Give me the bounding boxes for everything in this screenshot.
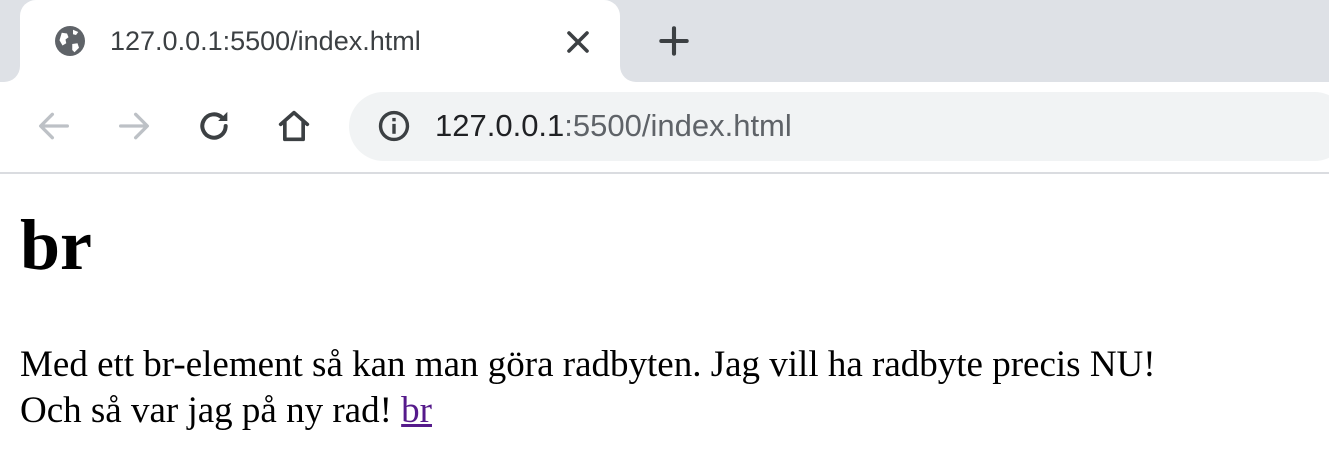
paragraph: Med ett br-element så kan man göra radby… [20, 342, 1156, 434]
tab-strip: 127.0.0.1:5500/index.html [0, 0, 1329, 82]
page-heading: br [20, 205, 92, 285]
tab-title: 127.0.0.1:5500/index.html [110, 26, 421, 56]
br-link[interactable]: br [401, 390, 432, 431]
arrow-right-icon[interactable] [114, 106, 154, 146]
url-host: 127.0.0.1 [435, 108, 565, 143]
browser-toolbar: 127.0.0.1:5500/index.html [0, 82, 1329, 174]
paragraph-line-2: Och så var jag på ny rad! [20, 390, 402, 431]
globe-icon [55, 26, 85, 56]
url-text[interactable]: 127.0.0.1:5500/index.html [435, 106, 792, 146]
plus-icon[interactable] [655, 22, 693, 60]
address-bar[interactable]: 127.0.0.1:5500/index.html [349, 92, 1329, 161]
browser-tab[interactable]: 127.0.0.1:5500/index.html [20, 0, 620, 82]
home-icon[interactable] [274, 106, 314, 146]
close-icon[interactable] [560, 24, 596, 60]
arrow-left-icon[interactable] [34, 106, 74, 146]
paragraph-line-1: Med ett br-element så kan man göra radby… [20, 344, 1156, 385]
page-content: br Med ett br-element så kan man göra ra… [0, 174, 1329, 466]
url-path: :5500/index.html [564, 108, 792, 143]
info-icon[interactable] [377, 109, 411, 143]
reload-icon[interactable] [194, 106, 234, 146]
